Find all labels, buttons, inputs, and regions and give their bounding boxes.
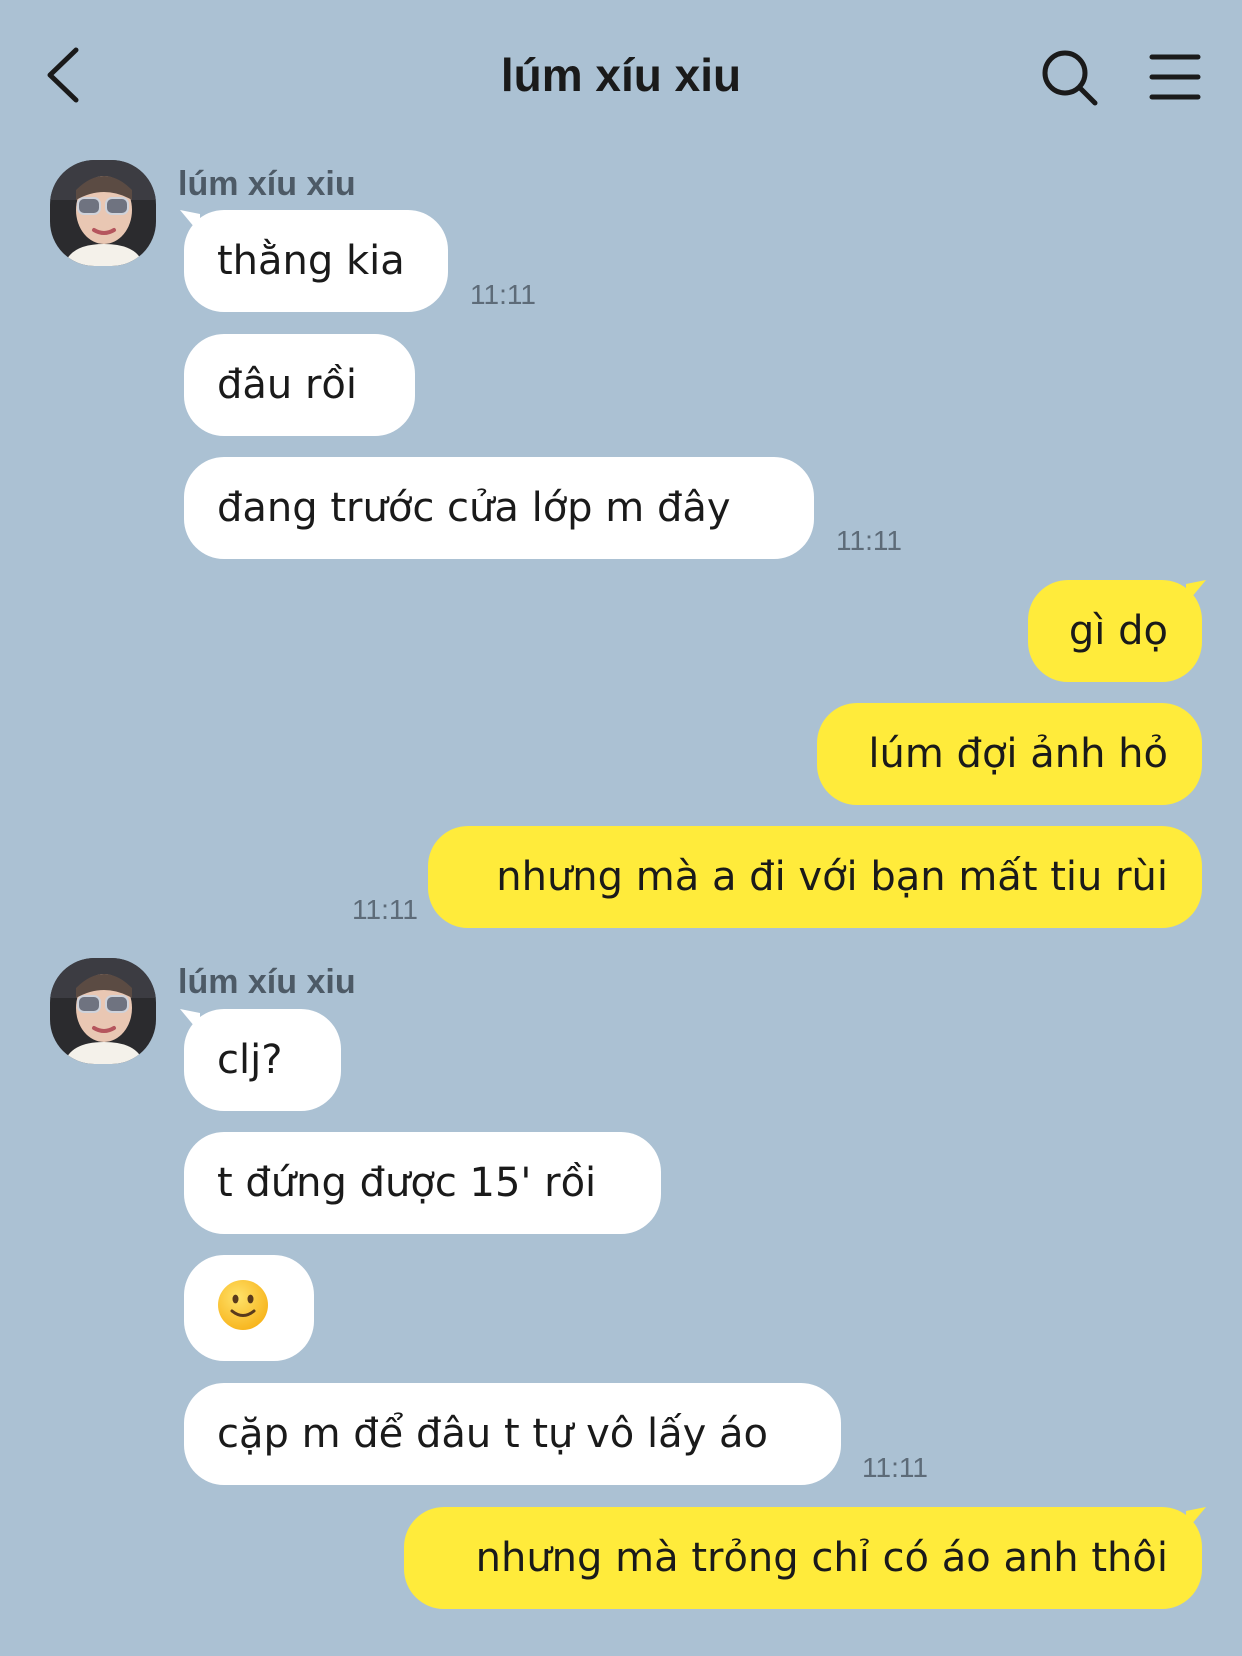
avatar-photo [50,958,156,1064]
message-bubble-incoming[interactable]: thằng kia [180,210,448,312]
message-bubble-outgoing[interactable]: lúm đợi ảnh hỏ [817,703,1202,805]
menu-icon [1149,54,1201,100]
bubble-tail [180,1009,200,1033]
chat-header: lúm xíu xiu [0,0,1242,150]
message-time: 11:11 [862,1452,928,1483]
message-text: lúm đợi ảnh hỏ [868,731,1168,777]
message-text: đang trước cửa lớp m đây [217,485,731,531]
avatar-photo [50,160,156,266]
message-bubble-incoming[interactable]: t đứng được 15' rồi [184,1132,661,1234]
message-bubble-incoming[interactable]: cặp m để đâu t tự vô lấy áo [184,1383,841,1485]
message-bubble-incoming[interactable] [184,1255,314,1361]
message-text: clj? [217,1037,283,1083]
message-bubble-outgoing[interactable]: gì dọ [1028,580,1206,682]
sender-name: lúm xíu xiu [178,165,356,203]
smiling-face-emoji [218,1280,268,1330]
message-bubble-outgoing[interactable]: nhưng mà a đi với bạn mất tiu rùi [428,826,1202,928]
message-bubble-outgoing[interactable]: nhưng mà trỏng chỉ có áo anh thôi [404,1507,1206,1609]
message-time: 11:11 [836,525,902,556]
bubble-tail [1186,1507,1206,1531]
search-icon [1042,50,1098,106]
menu-button[interactable] [1148,52,1202,102]
message-bubble-incoming[interactable]: đâu rồi [184,334,415,436]
message-text: t đứng được 15' rồi [217,1160,597,1206]
sender-avatar[interactable] [50,160,156,266]
message-text: nhưng mà trỏng chỉ có áo anh thôi [475,1535,1168,1581]
message-time: 11:11 [352,894,418,925]
sender-name: lúm xíu xiu [178,963,356,1001]
bubble-tail [1186,580,1206,604]
search-button[interactable] [1040,48,1100,108]
message-text: thằng kia [217,238,405,284]
sender-avatar[interactable] [50,958,156,1064]
message-bubble-incoming[interactable]: clj? [180,1009,341,1111]
message-text: cặp m để đâu t tự vô lấy áo [217,1411,768,1457]
message-bubble-incoming[interactable]: đang trước cửa lớp m đây [184,457,814,559]
message-text: gì dọ [1068,608,1168,654]
bubble-tail [180,210,200,234]
message-text: đâu rồi [217,362,357,408]
message-text: nhưng mà a đi với bạn mất tiu rùi [496,854,1168,900]
message-time: 11:11 [470,279,536,310]
